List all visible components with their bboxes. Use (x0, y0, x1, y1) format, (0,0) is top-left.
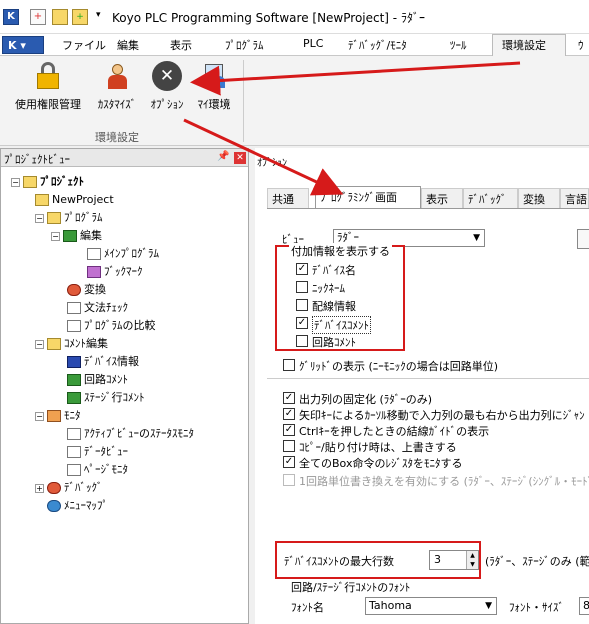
annotation-arrows (183, 61, 521, 196)
arrow-to-programming-tab (183, 118, 344, 196)
arrow-to-options (190, 61, 521, 96)
